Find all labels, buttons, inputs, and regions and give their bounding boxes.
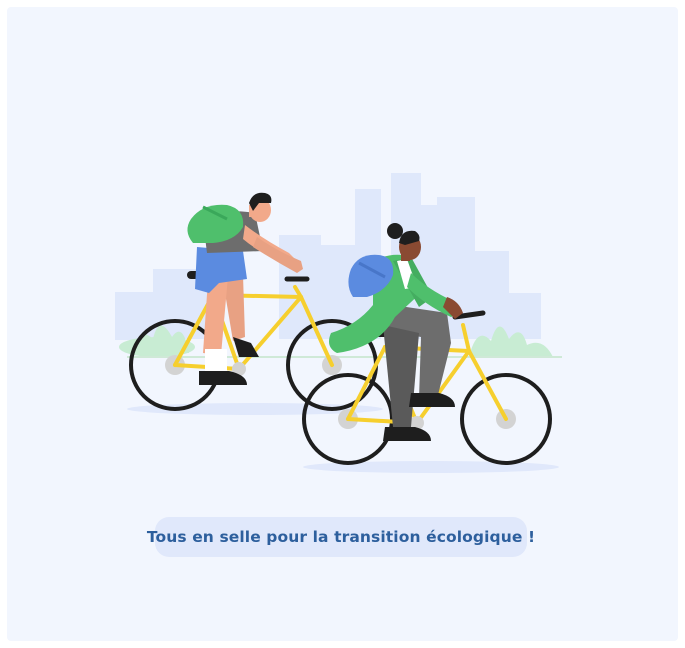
caption-badge: Tous en selle pour la transition écologi… — [147, 517, 535, 557]
illustration-card: Tous en selle pour la transition écologi… — [7, 7, 678, 641]
caption-text: Tous en selle pour la transition écologi… — [146, 528, 536, 546]
